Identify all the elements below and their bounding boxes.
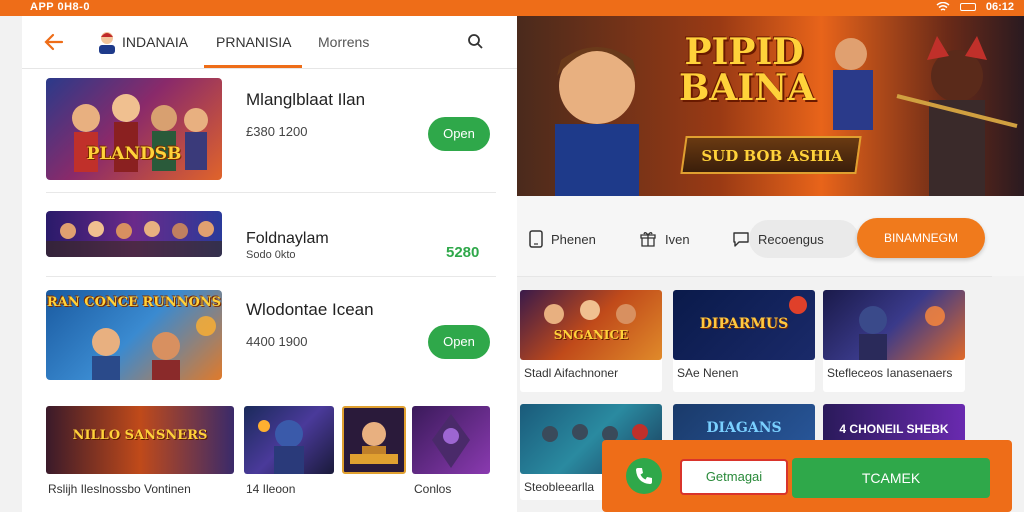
game-thumbnail[interactable] [46,211,222,257]
game-title: Wlodontae Icean [246,300,374,319]
grid-card[interactable]: Stefleceos Ianasenaers [823,290,965,392]
grid-image-title: DIAGANS [706,420,782,436]
grid-image-title: DIPARMUS [699,316,789,332]
page-title: INDANAIA [122,34,189,50]
game-thumbnail[interactable]: RAN CONCE RUNNONS [46,290,222,380]
status-right: 06:12 [936,1,1014,13]
price-label: 5280 [446,244,480,261]
grid-image-title: SNGANICE [553,328,629,342]
phone-icon [529,230,543,248]
game-tile[interactable]: NILLO SANSNERS [46,406,234,474]
filter-bar: Phenen Iven Recoengus BINAMNEGM [517,196,1024,277]
game-tile[interactable] [244,406,334,474]
grid-image [823,290,965,360]
grid-label: Stefleceos Ianasenaers [827,366,953,380]
filter-gift[interactable]: Iven [639,230,690,248]
tab-indicator [204,65,302,68]
game-thumbnail[interactable]: PLANDSB [46,78,222,180]
game-tile[interactable] [412,406,490,474]
status-bar: APP 0H8-0 06:12 [0,0,1024,16]
list-item[interactable]: Foldnaylam Sodo 0kto 5280 [22,206,517,266]
grid-label: Stadl Aifachnoner [524,366,619,380]
open-button[interactable]: Open [428,325,490,359]
divider [46,276,496,277]
open-button[interactable]: Open [428,117,490,151]
status-time: 06:12 [985,1,1014,13]
filter-label: Recoengus [758,231,824,247]
game-title: Foldnaylam [246,230,329,247]
hero-banner[interactable]: PIPID BAINA SUD BOB ASHIA [517,16,1024,196]
badge-icon [789,296,807,314]
grid-label: Steobleearlla [524,480,595,494]
filter-phone[interactable]: Phenen [529,230,596,248]
thumbnail-title: PLANDSB [86,144,182,164]
grid-card[interactable]: DIPARMUS SAe Nenen [673,290,815,392]
tile-label: 14 Ileoon [246,482,296,496]
grid-image-title: 4 CHONEIL SHEBK [839,422,949,436]
divider [517,276,992,277]
thumbnail-title: RAN CONCE RUNNONS [46,295,222,310]
tab-more[interactable]: Morrens [318,34,369,50]
grid-image: DIPARMUS [673,290,815,360]
tab-active[interactable]: PRNANISIA [216,34,291,50]
game-title: Mlanglblaat Ilan [246,90,366,109]
game-subtitle: 4400 1900 [246,334,308,349]
text-input[interactable]: Getmagai [680,459,788,495]
left-panel: INDANAIA PRNANISIA Morrens PLANDSB Mlang… [22,16,517,512]
grid-card[interactable]: SNGANICE Stadl Aifachnoner [520,290,662,392]
status-left: APP 0H8-0 [30,1,90,13]
chat-icon [733,232,749,247]
action-bar: Getmagai TCAMEK [602,440,1012,512]
divider [46,192,496,193]
grid-image: SNGANICE [520,290,662,360]
banner-subtitle: SUD BOB ASHIA [701,147,843,165]
submit-button[interactable]: TCAMEK [792,458,990,498]
cta-button[interactable]: BINAMNEGM [857,218,985,258]
back-arrow-icon[interactable] [42,31,66,53]
search-icon[interactable] [466,32,486,52]
gift-icon [640,232,656,247]
battery-icon [959,3,976,11]
filter-chat[interactable]: Recoengus [732,230,824,248]
tile-label: Rslijh Ileslnossbo Vontinen [48,482,191,496]
filter-label: Phenen [551,231,596,247]
tile-title: NILLO SANSNERS [72,428,208,443]
game-tile[interactable] [342,406,406,474]
top-nav: INDANAIA PRNANISIA Morrens [22,16,517,69]
list-item[interactable]: RAN CONCE RUNNONS Wlodontae Icean 4400 1… [22,286,517,386]
tile-label: Conlos [414,482,452,496]
list-item[interactable]: PLANDSB Mlanglblaat Ilan £380 1200 Open [22,76,517,186]
banner-title: PIPID BAINA [679,31,816,109]
avatar-icon [96,30,118,54]
game-subtitle: £380 1200 [246,124,308,139]
phone-call-icon [636,468,652,484]
wifi-icon [936,2,950,11]
grid-label: SAe Nenen [677,366,739,380]
call-button[interactable] [626,458,662,494]
game-subtitle: Sodo 0kto [246,249,296,261]
filter-label: Iven [665,231,690,247]
